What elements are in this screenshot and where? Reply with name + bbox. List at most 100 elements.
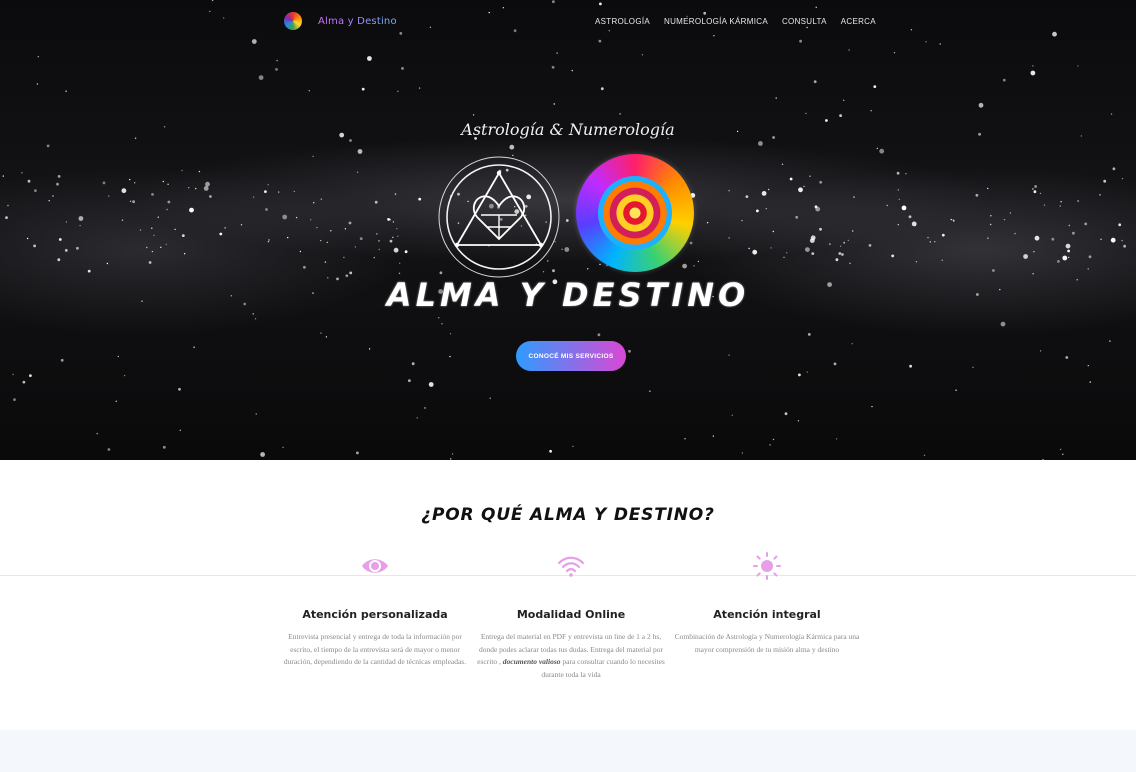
star: [146, 246, 148, 249]
star: [551, 65, 555, 69]
star: [324, 261, 327, 263]
star: [267, 184, 269, 186]
star: [509, 144, 515, 150]
star: [975, 193, 979, 197]
star: [12, 373, 14, 376]
star: [65, 221, 68, 223]
star: [349, 139, 352, 142]
star: [901, 205, 907, 211]
star: [268, 239, 270, 241]
star: [46, 144, 50, 148]
star: [408, 379, 411, 383]
star: [48, 200, 50, 202]
star: [843, 99, 845, 102]
star: [282, 214, 288, 220]
star: [151, 250, 154, 253]
star: [697, 260, 700, 263]
nav-link-astrologia[interactable]: ASTROLOGÍA: [595, 17, 650, 26]
star: [1039, 350, 1042, 352]
star: [373, 256, 375, 259]
star: [713, 35, 715, 37]
star: [628, 349, 631, 353]
star: [389, 239, 393, 243]
nav-link-numerologia-karmica[interactable]: NUMEROLOGÍA KÁRMICA: [664, 17, 768, 26]
star: [151, 227, 153, 229]
nav-link-acerca[interactable]: ACERCA: [841, 17, 876, 26]
star: [852, 230, 854, 232]
star: [87, 269, 91, 273]
star: [348, 221, 352, 225]
services-cta-button[interactable]: CONOCÉ MIS SERVICIOS: [516, 341, 626, 371]
star: [1059, 448, 1062, 451]
star: [107, 448, 111, 451]
star: [897, 224, 899, 226]
star: [57, 175, 61, 178]
star: [941, 233, 945, 237]
star: [183, 253, 186, 255]
star: [745, 195, 749, 199]
star: [1051, 237, 1055, 241]
star: [404, 250, 408, 254]
star: [1087, 365, 1090, 367]
star: [1003, 218, 1006, 221]
star: [356, 451, 359, 455]
star: [599, 2, 602, 6]
star: [1068, 224, 1071, 227]
star: [712, 435, 715, 437]
emphasis-text: documento valioso: [502, 657, 561, 666]
star: [129, 200, 132, 202]
star: [1002, 78, 1006, 82]
star: [819, 227, 822, 231]
star: [165, 243, 167, 246]
star: [1009, 212, 1012, 214]
star: [205, 181, 210, 187]
star: [598, 39, 602, 43]
star: [260, 452, 265, 457]
star: [815, 6, 817, 8]
star: [299, 250, 302, 253]
star: [571, 69, 573, 72]
star: [162, 445, 166, 449]
star: [1077, 200, 1079, 202]
star: [853, 196, 855, 198]
star: [397, 235, 399, 237]
star: [851, 343, 853, 345]
star: [896, 171, 900, 175]
star: [572, 445, 574, 448]
star: [179, 429, 181, 431]
star: [178, 387, 181, 391]
star: [27, 179, 31, 183]
star: [449, 355, 451, 358]
star: [1099, 194, 1101, 196]
star: [649, 390, 651, 392]
star: [441, 323, 443, 325]
brand-link[interactable]: Alma y Destino: [284, 12, 397, 30]
nav-link-consulta[interactable]: CONSULTA: [782, 17, 827, 26]
star: [189, 207, 194, 213]
star: [1084, 222, 1088, 226]
star: [728, 237, 730, 239]
star: [502, 7, 505, 9]
star: [356, 171, 359, 173]
features-section: ¿POR QUÉ ALMA Y DESTINO? Atención person…: [0, 460, 1136, 730]
star: [835, 258, 839, 262]
star: [789, 177, 793, 181]
star: [758, 141, 763, 146]
star: [879, 148, 885, 154]
star: [79, 224, 81, 227]
star: [325, 336, 328, 338]
star: [600, 87, 604, 91]
star: [838, 252, 842, 255]
star: [911, 221, 917, 227]
star: [320, 332, 322, 334]
star: [898, 198, 900, 201]
star: [833, 362, 837, 366]
star: [258, 75, 264, 80]
star: [1014, 232, 1016, 235]
star: [162, 180, 164, 183]
star: [418, 197, 422, 201]
star: [1057, 260, 1060, 263]
star: [893, 52, 896, 54]
star: [552, 0, 555, 4]
star: [684, 438, 686, 440]
